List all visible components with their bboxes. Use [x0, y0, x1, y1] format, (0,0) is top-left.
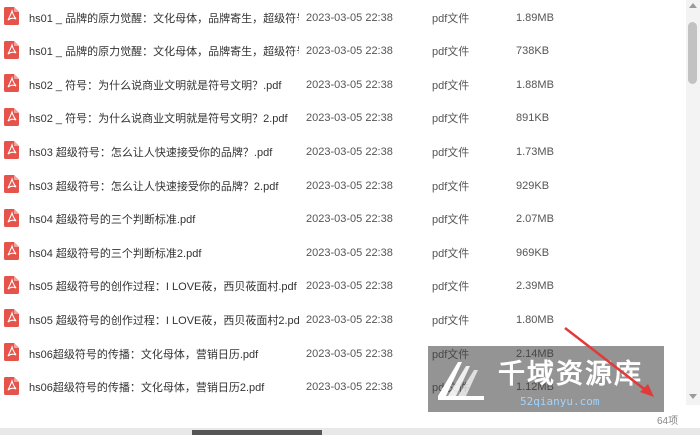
scroll-down-arrow-icon[interactable] [689, 394, 697, 399]
bottom-strip [0, 428, 700, 435]
file-row[interactable]: hs03 超级符号：怎么让人快速接受你的品牌？.pdf 2023-03-05 22… [0, 135, 686, 168]
pdf-file-icon [4, 309, 19, 328]
pdf-file-icon [4, 242, 19, 261]
pdf-file-icon [4, 343, 19, 361]
file-row[interactable]: hs04 超级符号的三个判断标准.pdf 2023-03-05 22:38 pdf文… [0, 203, 686, 236]
file-type: pdf文件 [432, 46, 470, 59]
file-row[interactable]: hs01 _ 品牌的原力觉醒：文化母体，品牌寄生，超级符号... 2023-03-… [0, 35, 686, 68]
file-type: pdf文件 [432, 113, 470, 126]
file-date: 2023-03-05 22:38 [306, 112, 393, 125]
file-type: pdf文件 [432, 12, 470, 25]
file-size: 969KB [516, 246, 550, 259]
file-type: pdf文件 [432, 281, 470, 294]
pdf-file-icon [4, 74, 19, 93]
pdf-file-icon [4, 141, 19, 160]
scroll-up-arrow-icon[interactable] [689, 3, 697, 8]
file-size: 929KB [516, 179, 550, 192]
bottom-scroll-segment[interactable] [192, 430, 322, 435]
file-size: 738KB [516, 45, 550, 58]
file-date: 2023-03-05 22:38 [306, 347, 393, 360]
file-date: 2023-03-05 22:38 [306, 381, 393, 394]
scrollbar-thumb[interactable] [688, 22, 697, 84]
file-date: 2023-03-05 22:38 [306, 246, 393, 259]
file-size: 2.39MB [516, 280, 554, 293]
file-date: 2023-03-05 22:38 [306, 179, 393, 192]
file-name: hs04 超级符号的三个判断标准.pdf [29, 214, 196, 227]
file-date: 2023-03-05 22:38 [306, 280, 393, 293]
file-size: 891KB [516, 112, 550, 125]
file-row[interactable]: hs05 超级符号的创作过程：I LOVE莜，西贝莜面村.pdf 2023-03-… [0, 270, 686, 303]
file-name: hs04 超级符号的三个判断标准2.pdf [29, 247, 202, 260]
file-name: hs03 超级符号：怎么让人快速接受你的品牌？.pdf [29, 146, 273, 159]
file-name: hs03 超级符号：怎么让人快速接受你的品牌？2.pdf [29, 180, 279, 193]
file-type: pdf文件 [432, 146, 470, 159]
file-type: pdf文件 [432, 314, 470, 327]
file-type: pdf文件 [432, 79, 470, 92]
file-name: hs02 _ 符号：为什么说商业文明就是符号文明？.pdf [29, 79, 282, 92]
file-name: hs05 超级符号的创作过程：I LOVE莜，西贝莜面村2.pdf [29, 314, 299, 327]
file-name: hs02 _ 符号：为什么说商业文明就是符号文明？2.pdf [29, 113, 288, 126]
file-date: 2023-03-05 22:38 [306, 213, 393, 226]
pdf-file-icon [4, 275, 19, 294]
file-row[interactable]: hs04 超级符号的三个判断标准2.pdf 2023-03-05 22:38 pdf… [0, 236, 686, 269]
pdf-file-icon [4, 40, 19, 59]
file-row[interactable]: hs01 _ 品牌的原力觉醒：文化母体，品牌寄生，超级符号... 2023-03-… [0, 1, 686, 34]
file-size: 1.73MB [516, 145, 554, 158]
file-name: hs01 _ 品牌的原力觉醒：文化母体，品牌寄生，超级符号... [29, 46, 299, 59]
pdf-file-icon [4, 208, 19, 227]
pdf-file-icon [4, 107, 19, 126]
file-type: pdf文件 [432, 180, 470, 193]
file-date: 2023-03-05 22:38 [306, 11, 393, 24]
file-name: hs05 超级符号的创作过程：I LOVE莜，西贝莜面村.pdf [29, 281, 297, 294]
file-size: 1.89MB [516, 11, 554, 24]
item-count: 64项 [657, 416, 679, 427]
file-size: 1.80MB [516, 313, 554, 326]
file-row[interactable]: hs03 超级符号：怎么让人快速接受你的品牌？2.pdf 2023-03-05 2… [0, 169, 686, 202]
file-date: 2023-03-05 22:38 [306, 45, 393, 58]
pdf-file-icon [4, 7, 19, 25]
file-type: pdf文件 [432, 214, 470, 227]
file-size: 1.88MB [516, 78, 554, 91]
file-row[interactable]: hs02 _ 符号：为什么说商业文明就是符号文明？2.pdf 2023-03-05… [0, 102, 686, 135]
file-name: hs06超级符号的传播：文化母体，营销日历.pdf [29, 348, 259, 361]
red-arrow-icon [564, 327, 654, 397]
file-row[interactable]: hs02 _ 符号：为什么说商业文明就是符号文明？.pdf 2023-03-05 … [0, 68, 686, 101]
pdf-file-icon [4, 376, 19, 395]
pdf-file-icon [4, 175, 19, 193]
watermark-logo-icon [438, 362, 484, 400]
file-date: 2023-03-05 22:38 [306, 145, 393, 158]
file-name: hs01 _ 品牌的原力觉醒：文化母体，品牌寄生，超级符号... [29, 12, 299, 25]
file-name: hs06超级符号的传播：文化母体，营销日历2.pdf [29, 382, 265, 395]
file-date: 2023-03-05 22:38 [306, 78, 393, 91]
file-date: 2023-03-05 22:38 [306, 313, 393, 326]
file-type: pdf文件 [432, 247, 470, 260]
file-size: 2.07MB [516, 213, 554, 226]
